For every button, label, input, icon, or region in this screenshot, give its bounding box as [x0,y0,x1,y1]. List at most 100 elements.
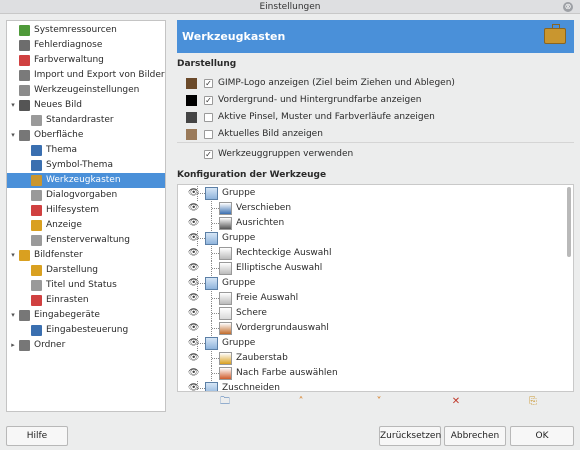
tool-row[interactable]: 👁 Vordergrundauswahl [178,321,558,336]
tool-row[interactable]: 👁 Verschieben [178,201,558,216]
tool-row[interactable]: 👁 Ausrichten [178,216,558,231]
option-checkbox[interactable]: ✓ [204,96,213,105]
tool-label: Gruppe [222,338,256,348]
visibility-eye-icon[interactable]: 👁 [188,351,199,366]
tool-row[interactable]: 👁 Nach Farbe auswählen [178,366,558,381]
sidebar-item[interactable]: Fehlerdiagnose [7,38,165,53]
raise-tool-button[interactable]: ˄ [291,393,311,411]
sidebar-item-label: Bildfenster [34,250,83,260]
help-system-icon [31,205,42,216]
tool-row[interactable]: 👁 Schere [178,306,558,321]
visibility-eye-icon[interactable]: 👁 [188,366,199,381]
reset-tools-button[interactable]: ⎘ [523,393,543,411]
brush-icon [186,112,197,123]
expander-open-icon[interactable]: ▾ [9,128,17,143]
visibility-eye-icon[interactable]: 👁 [188,261,199,276]
sidebar-item[interactable]: Titel und Status [7,278,165,293]
tool-label: Gruppe [222,278,256,288]
scissors-icon [219,307,232,320]
expander-open-icon[interactable]: ▾ [9,308,17,323]
sidebar-item-label: Eingabesteuerung [46,325,129,335]
sidebar-item[interactable]: Hilfesystem [7,203,165,218]
sidebar-item[interactable]: Anzeige [7,218,165,233]
option-label: Aktive Pinsel, Muster und Farbverläufe a… [218,112,435,122]
lower-tool-button[interactable]: ˅ [369,393,389,411]
use-tool-groups-option[interactable]: ✓ Werkzeuggruppen verwenden [177,147,574,162]
new-group-button[interactable]: 🗀 [215,393,235,411]
sidebar-item[interactable]: ▾ Oberfläche [7,128,165,143]
tool-group-row[interactable]: 👁 Gruppe [178,186,558,201]
option-checkbox[interactable] [204,113,213,122]
tool-row[interactable]: 👁 Zauberstab [178,351,558,366]
sidebar-item[interactable]: Darstellung [7,263,165,278]
option-checkbox[interactable]: ✓ [204,79,213,88]
option-checkbox[interactable] [204,130,213,139]
tool-row[interactable]: 👁 Elliptische Auswahl [178,261,558,276]
sidebar-item[interactable]: ▾ Neues Bild [7,98,165,113]
sidebar-item[interactable]: Einrasten [7,293,165,308]
tool-group-row[interactable]: 👁 Gruppe [178,336,558,351]
snapping-icon [31,295,42,306]
sidebar-item[interactable]: ▸ Ordner [7,338,165,353]
sidebar-item[interactable]: Dialogvorgaben [7,188,165,203]
sidebar-item[interactable]: Werkzeugkasten [7,173,165,188]
tool-group-row[interactable]: 👁 Zuschneiden [178,381,558,391]
sidebar-item[interactable]: Standardraster [7,113,165,128]
tool-row[interactable]: 👁 Rechteckige Auswahl [178,246,558,261]
close-icon[interactable]: ⊗ [563,2,573,12]
sidebar-item[interactable]: Fensterverwaltung [7,233,165,248]
visibility-eye-icon[interactable]: 👁 [188,201,199,216]
sidebar-item-label: Dialogvorgaben [46,190,118,200]
sidebar-item[interactable]: Systemressourcen [7,23,165,38]
expander-open-icon[interactable]: ▾ [9,98,17,113]
appearance-option[interactable]: ✓ Vordergrund- und Hintergrundfarbe anzei… [177,93,574,108]
sidebar-item[interactable]: ▾ Eingabegeräte [7,308,165,323]
help-button[interactable]: Hilfe [6,426,68,446]
appearance-option[interactable]: Aktive Pinsel, Muster und Farbverläufe a… [177,110,574,125]
tool-row[interactable]: 👁 Freie Auswahl [178,291,558,306]
appearance-option[interactable]: ✓ GIMP-Logo anzeigen (Ziel beim Ziehen un… [177,76,574,91]
use-tool-groups-checkbox[interactable]: ✓ [204,150,213,159]
fg-bg-color-icon [186,95,197,106]
delete-tool-button[interactable]: ✕ [446,393,466,411]
tool-group-row[interactable]: 👁 Gruppe [178,231,558,246]
tools-config-list[interactable]: 👁 Gruppe 👁 Verschieben 👁 Ausrichten 👁 Gruppe 👁 Re… [177,184,574,392]
visibility-eye-icon[interactable]: 👁 [188,216,199,231]
sidebar-item-label: Systemressourcen [34,25,117,35]
visibility-eye-icon[interactable]: 👁 [188,291,199,306]
sidebar-item-label: Eingabegeräte [34,310,100,320]
appearance-icon [31,265,42,276]
visibility-eye-icon[interactable]: 👁 [188,246,199,261]
sidebar-item[interactable]: Symbol-Thema [7,158,165,173]
toolbox-icon [544,24,566,44]
sidebar-item-label: Titel und Status [46,280,117,290]
tree-connector [211,246,219,261]
sidebar-item-label: Thema [46,145,78,155]
foreground-select-icon [219,322,232,335]
cancel-button[interactable]: Abbrechen [444,426,506,446]
tool-group-row[interactable]: 👁 Gruppe [178,276,558,291]
window-title: Einstellungen [259,2,321,12]
sidebar-item[interactable]: Thema [7,143,165,158]
sidebar-item[interactable]: Eingabesteuerung [7,323,165,338]
sidebar-item-label: Import und Export von Bildern [34,70,166,80]
sidebar-item[interactable]: Werkzeugeinstellungen [7,83,165,98]
scrollbar[interactable] [567,187,571,257]
expander-open-icon[interactable]: ▾ [9,248,17,263]
sidebar-item[interactable]: Farbverwaltung [7,53,165,68]
tool-label: Rechteckige Auswahl [236,248,332,258]
image-icon [186,129,197,140]
reset-button[interactable]: Zurücksetzen [379,426,441,446]
appearance-option[interactable]: Aktuelles Bild anzeigen [177,127,574,142]
import-export-icon [19,70,30,81]
ok-button[interactable]: OK [510,426,574,446]
sidebar-item[interactable]: Import und Export von Bildern [7,68,165,83]
sidebar-item[interactable]: ▾ Bildfenster [7,248,165,263]
visibility-eye-icon[interactable]: 👁 [188,306,199,321]
sidebar-item-label: Oberfläche [34,130,84,140]
visibility-eye-icon[interactable]: 👁 [188,321,199,336]
icon-theme-icon [31,160,42,171]
expander-closed-icon[interactable]: ▸ [9,338,17,353]
toolbox-icon [31,175,42,186]
tree-connector [211,321,219,336]
